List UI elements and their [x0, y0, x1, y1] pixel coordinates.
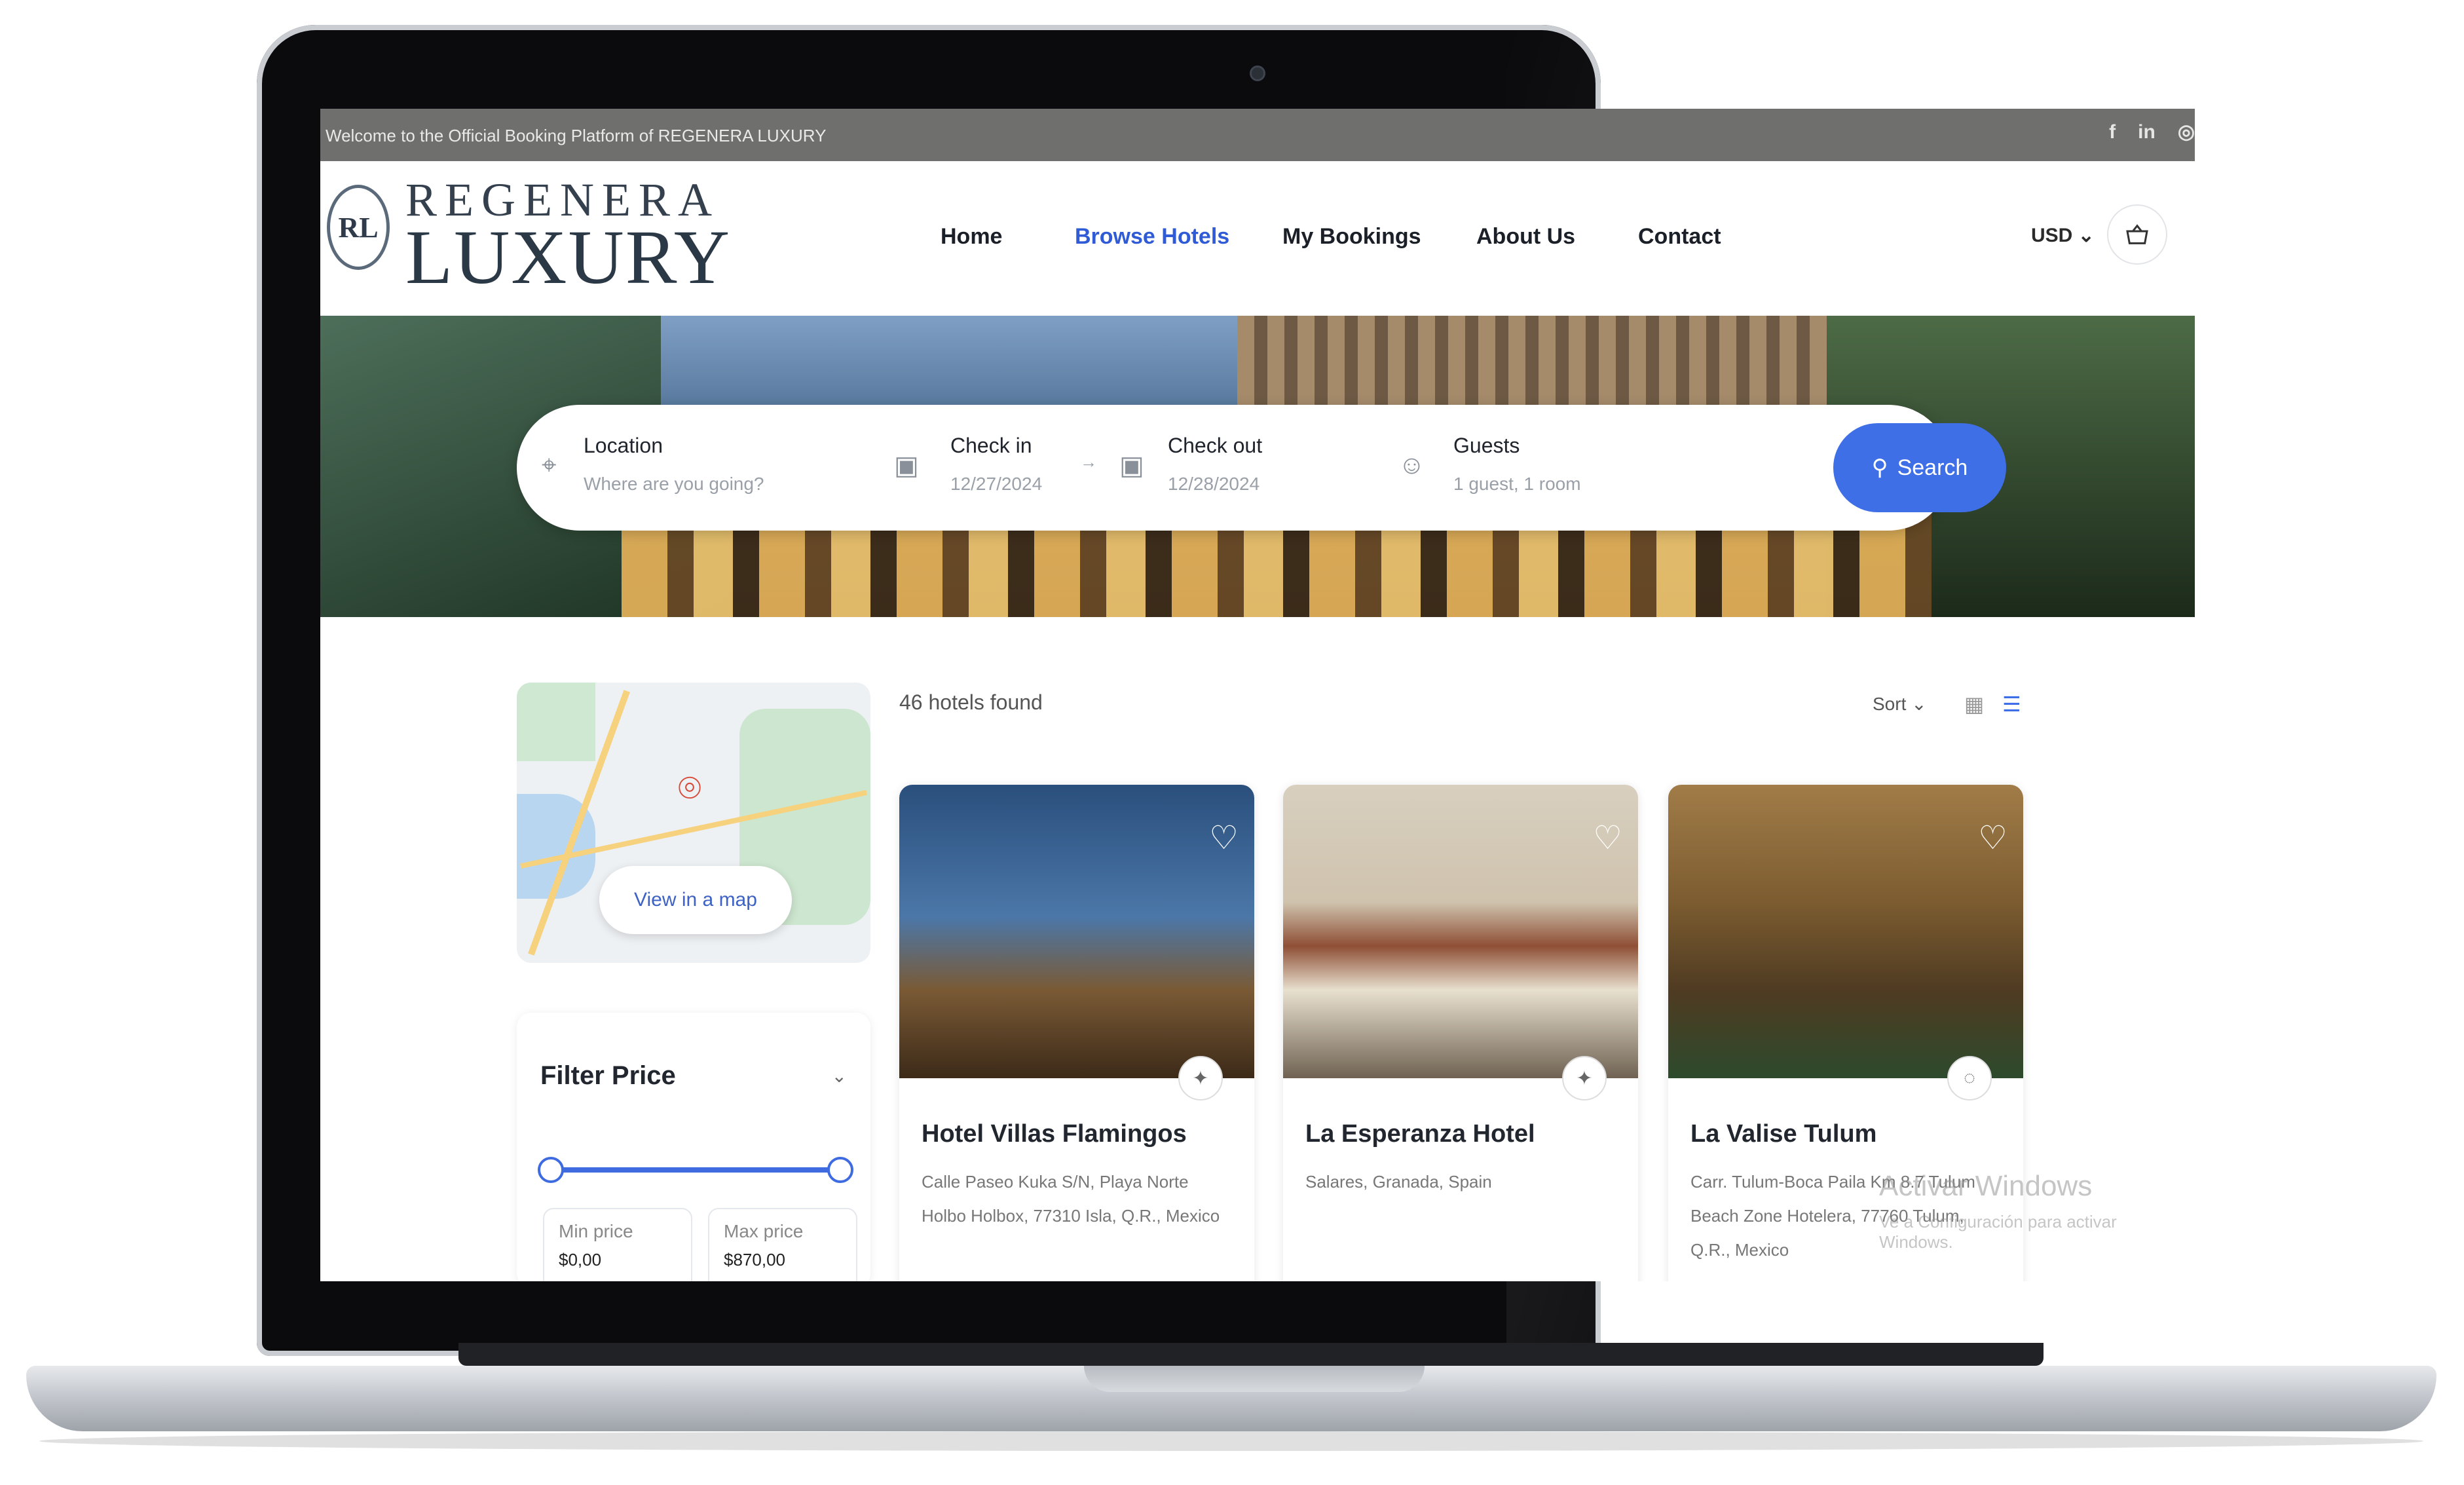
laptop-notch — [1084, 1366, 1425, 1392]
filter-title[interactable]: Filter Price — [540, 1061, 676, 1091]
screen: Welcome to the Official Booking Platform… — [320, 109, 2195, 1281]
checkout-label: Check out — [1168, 434, 1263, 457]
max-price-value[interactable]: $870,00 — [724, 1250, 785, 1270]
hotel-name[interactable]: Hotel Villas Flamingos — [922, 1120, 1187, 1148]
linkedin-icon[interactable]: in — [2138, 121, 2156, 143]
logo-emblem[interactable]: RL — [327, 185, 390, 270]
calendar-icon: ▣ — [1119, 451, 1144, 480]
checkin-value[interactable]: 12/27/2024 — [950, 474, 1042, 495]
checkout-value[interactable]: 12/28/2024 — [1168, 474, 1262, 495]
nav-browse-hotels[interactable]: Browse Hotels — [1075, 224, 1282, 250]
hotel-image[interactable] — [899, 785, 1254, 1078]
heart-icon[interactable]: ♡ — [1593, 819, 1622, 857]
hotel-address: Calle Paseo Kuka S/N, Playa Norte Holbo … — [922, 1172, 1220, 1226]
sort-dropdown[interactable]: Sort ⌄ — [1873, 693, 1927, 715]
grid-view-icon[interactable]: ▦ — [1964, 692, 1984, 717]
search-bar: ⌖ Location Where are you going? ▣ Check … — [517, 405, 2006, 531]
hotel-name[interactable]: La Valise Tulum — [1690, 1120, 1876, 1148]
heart-icon[interactable]: ♡ — [1209, 819, 1239, 857]
guests-label: Guests — [1453, 434, 1520, 457]
currency-select[interactable]: USD ⌄ — [2031, 224, 2095, 247]
guests-icon: ☺ — [1398, 451, 1425, 479]
logo-title-bottom[interactable]: LUXURY — [405, 219, 731, 296]
nav-contact[interactable]: Contact — [1638, 224, 1736, 250]
checkin-label: Check in — [950, 434, 1032, 457]
min-price-label: Min price — [559, 1221, 633, 1241]
windows-watermark-title: Activar Windows — [1879, 1170, 2093, 1202]
main-nav: Home Browse Hotels My Bookings About Us … — [941, 224, 1736, 250]
hotel-address: Salares, Granada, Spain — [1305, 1172, 1492, 1192]
list-view-icon[interactable]: ☰ — [2002, 692, 2021, 717]
checkin-field[interactable]: Check in 12/27/2024 — [950, 434, 1042, 495]
header: RL REGENERA LUXURY Home Browse Hotels My… — [320, 161, 2195, 316]
filter-price-panel: Filter Price ⌄ Min price $0,00 Max price… — [517, 1013, 870, 1281]
basket-icon[interactable] — [2107, 204, 2167, 265]
guests-field[interactable]: Guests 1 guest, 1 room — [1453, 434, 1581, 495]
hero-banner: ⌖ Location Where are you going? ▣ Check … — [320, 316, 2195, 617]
map-park-small — [517, 683, 595, 761]
search-icon: ⚲ — [1871, 455, 1888, 480]
hotel-card[interactable]: ♡ ◌ La Valise Tulum Carr. Tulum-Boca Pai… — [1668, 785, 2023, 1281]
max-price-handle[interactable] — [827, 1157, 853, 1183]
laptop-hinge — [458, 1343, 2044, 1366]
results-count: 46 hotels found — [899, 690, 1043, 714]
hotel-name[interactable]: La Esperanza Hotel — [1305, 1120, 1535, 1148]
nav-home[interactable]: Home — [941, 224, 1075, 250]
location-placeholder[interactable]: Where are you going? — [584, 474, 764, 495]
map-preview[interactable]: ⌾ View in a map — [517, 683, 870, 963]
location-field[interactable]: Location Where are you going? — [584, 434, 764, 495]
nav-about-us[interactable]: About Us — [1476, 224, 1638, 250]
laptop-shadow — [39, 1431, 2423, 1451]
facebook-icon[interactable]: f — [2109, 121, 2116, 143]
heart-icon[interactable]: ♡ — [1978, 819, 2007, 857]
hotel-badge-icon: ◌ — [1947, 1056, 1992, 1100]
hotel-badge-icon: ✦ — [1562, 1056, 1607, 1100]
search-button-label: Search — [1897, 455, 1968, 480]
social-links: f in ◎ — [2109, 121, 2195, 143]
welcome-text: Welcome to the Official Booking Platform… — [326, 126, 827, 145]
min-price-field[interactable]: Min price $0,00 — [543, 1208, 692, 1281]
hotel-image[interactable] — [1283, 785, 1638, 1078]
hotel-card[interactable]: ♡ ✦ La Esperanza Hotel Salares, Granada,… — [1283, 785, 1638, 1281]
max-price-field[interactable]: Max price $870,00 — [708, 1208, 857, 1281]
location-pin-icon: ⌖ — [542, 451, 557, 479]
checkout-field[interactable]: Check out 12/28/2024 — [1168, 434, 1262, 495]
guests-value[interactable]: 1 guest, 1 room — [1453, 474, 1581, 495]
search-button[interactable]: ⚲ Search — [1833, 423, 2006, 512]
max-price-label: Max price — [724, 1221, 804, 1241]
chevron-down-icon[interactable]: ⌄ — [832, 1065, 847, 1087]
arrow-right-icon: → — [1080, 452, 1097, 472]
view-in-map-button[interactable]: View in a map — [599, 866, 792, 934]
location-label: Location — [584, 434, 663, 457]
hotel-image[interactable] — [1668, 785, 2023, 1078]
top-bar: Welcome to the Official Booking Platform… — [320, 109, 2195, 161]
price-range-slider[interactable] — [538, 1157, 853, 1183]
webcam-icon — [1250, 66, 1265, 81]
min-price-value[interactable]: $0,00 — [559, 1250, 601, 1270]
windows-watermark-subtitle: Ve a Configuración para activar Windows. — [1879, 1212, 2117, 1252]
map-pin-icon: ⌾ — [678, 766, 701, 810]
min-price-handle[interactable] — [538, 1157, 564, 1183]
calendar-icon: ▣ — [894, 451, 919, 480]
hotel-card[interactable]: ♡ ✦ Hotel Villas Flamingos Calle Paseo K… — [899, 785, 1254, 1281]
hotel-badge-icon: ✦ — [1178, 1056, 1223, 1100]
instagram-icon[interactable]: ◎ — [2178, 121, 2195, 143]
nav-my-bookings[interactable]: My Bookings — [1282, 224, 1476, 250]
